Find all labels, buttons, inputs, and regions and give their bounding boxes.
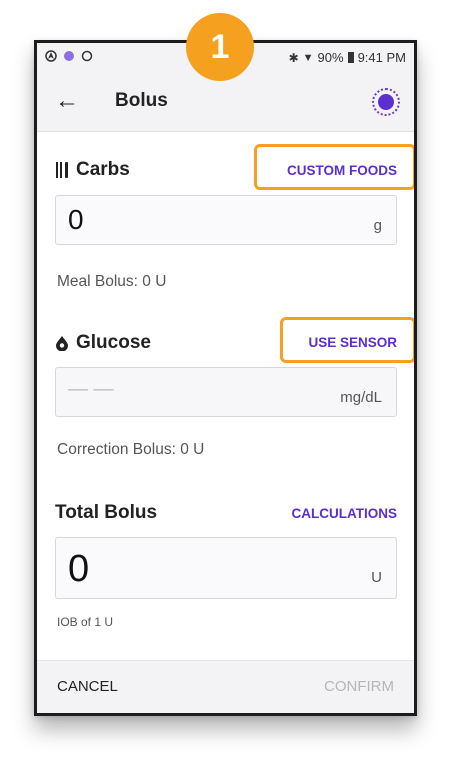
clock: 9:41 PM [357,50,406,65]
drop-icon [56,336,68,351]
total-bolus-title: Total Bolus [55,502,157,524]
battery-icon [347,52,354,63]
iob-text: IOB of 1 U [57,615,114,629]
calculations-button[interactable]: CALCULATIONS [292,506,398,521]
step-number-badge: 1 [186,13,254,81]
pod-status-icon [64,51,74,61]
battery-percent: 90% [317,50,344,65]
navigation-icon [45,50,57,62]
carbs-input[interactable]: 0 g [55,195,397,245]
action-footer: CANCEL CONFIRM [37,660,414,713]
meal-bolus-text: Meal Bolus: 0 U [57,273,167,290]
correction-bolus-text: Correction Bolus: 0 U [57,441,205,458]
glucose-section-title: Glucose [55,332,151,354]
carbs-value: 0 [68,204,84,235]
total-bolus-value: 0 [68,548,90,590]
total-bolus-field[interactable]: 0 U [55,537,397,599]
confirm-button[interactable]: CONFIRM [324,678,394,695]
phone-screen: ✱ ▼ 90% 9:41 PM ← Bolus Carbs CUSTOM FOO… [34,40,417,716]
glucose-value: — — [68,378,114,400]
use-sensor-button[interactable]: USE SENSOR [308,335,397,350]
total-bolus-label: Total Bolus [55,502,158,523]
carbs-unit: g [373,217,382,234]
carbs-label: Carbs [76,159,130,180]
status-icons-right: ✱ ▼ 90% 9:41 PM [289,50,406,65]
glucose-input[interactable]: — — mg/dL [55,367,397,417]
status-icons-left [45,50,93,62]
total-bolus-unit: U [371,569,382,586]
bluetooth-icon: ✱ [288,50,299,65]
glucose-label: Glucose [76,332,151,353]
pod-status-icon[interactable] [372,88,400,116]
sync-icon [81,50,93,62]
carbs-section-title: Carbs [55,159,130,181]
custom-foods-button[interactable]: CUSTOM FOODS [287,163,397,178]
glucose-unit: mg/dL [340,389,382,406]
back-arrow-icon[interactable]: ← [55,87,79,115]
wifi-icon: ▼ [302,51,314,64]
fork-knife-icon [56,162,68,178]
page-title: Bolus [115,90,168,111]
app-bar: ← Bolus [37,73,414,132]
cancel-button[interactable]: CANCEL [57,678,118,695]
